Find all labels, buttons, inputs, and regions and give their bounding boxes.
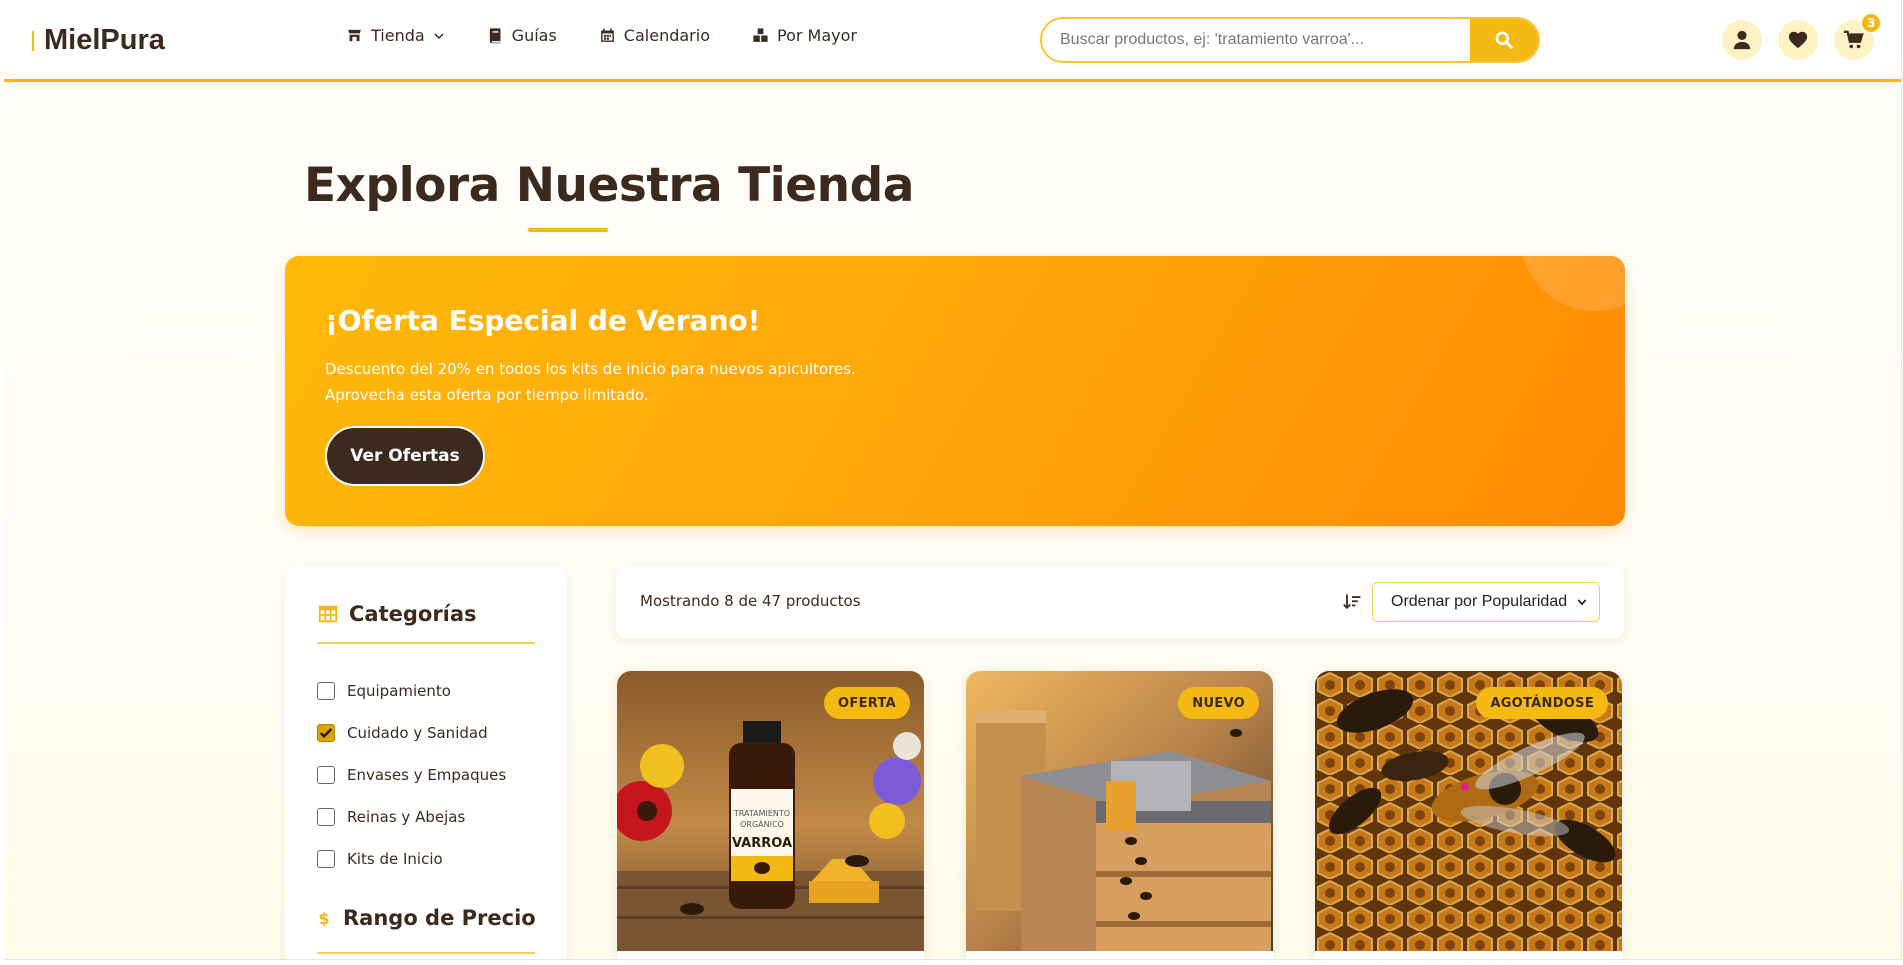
calendar-icon [600, 28, 614, 42]
categories-heading: Categorías [317, 602, 477, 626]
price-range-heading: $ Rango de Precio [317, 906, 536, 930]
heart-icon [1788, 31, 1808, 49]
cart-button[interactable]: 3 [1834, 12, 1882, 60]
nav-item-label: Por Mayor [776, 26, 857, 45]
nav-item-calendario[interactable]: Calendario [599, 26, 710, 45]
browser-page: MielPura Tienda Guías Calendario Por May… [4, 0, 1902, 960]
bottle-label-line2: ORGÁNICO [740, 818, 784, 829]
main-nav: Tienda Guías Calendario Por Mayor [346, 26, 899, 45]
search-bar [1040, 17, 1540, 63]
category-option-envases[interactable]: Envases y Empaques [317, 754, 506, 796]
brand-name: MielPura [44, 24, 165, 56]
results-count: Mostrando 8 de 47 productos [640, 592, 861, 610]
category-checkbox[interactable] [317, 808, 335, 826]
category-option-kits[interactable]: Kits de Inicio [317, 838, 506, 880]
sort-icon [1343, 594, 1361, 610]
sort-selected-value: Ordenar por Popularidad [1391, 593, 1568, 610]
checkmark-icon [319, 728, 333, 738]
promo-text: Descuento del 20% en todos los kits de i… [325, 360, 856, 404]
nav-item-por-mayor[interactable]: Por Mayor [752, 26, 857, 45]
title-underline [528, 228, 608, 232]
category-checkbox-checked[interactable] [317, 724, 335, 742]
dollar-icon: $ [318, 909, 329, 928]
category-checkbox[interactable] [317, 850, 335, 868]
category-label: Cuidado y Sanidad [347, 724, 488, 742]
category-label: Reinas y Abejas [347, 808, 466, 826]
product-card[interactable]: AGOTÁNDOSE [1315, 671, 1622, 959]
product-card[interactable]: TRATAMIENTO ORGÁNICO VARROA OFERTA [617, 671, 924, 959]
results-toolbar: Mostrando 8 de 47 productos Ordenar por … [616, 566, 1624, 638]
search-button[interactable] [1470, 19, 1538, 61]
bottle-label-name: VARROA [732, 836, 792, 851]
product-badge: AGOTÁNDOSE [1476, 687, 1608, 719]
cart-count-badge: 3 [1860, 12, 1882, 34]
filter-sidebar: Categorías Equipamiento Cuidado y Sanida… [285, 566, 567, 959]
store-icon [348, 29, 361, 42]
nav-item-label: Guías [511, 26, 557, 45]
category-option-equipamiento[interactable]: Equipamiento [317, 670, 506, 712]
wishlist-button[interactable] [1778, 20, 1818, 60]
promo-title: ¡Oferta Especial de Verano! [325, 304, 761, 337]
logo-accent-bar [32, 30, 34, 51]
category-label: Kits de Inicio [347, 850, 443, 868]
product-badge: OFERTA [824, 687, 910, 719]
site-header: MielPura Tienda Guías Calendario Por May… [4, 0, 1901, 82]
user-icon [1733, 30, 1751, 50]
nav-item-label: Calendario [623, 26, 710, 45]
account-button[interactable] [1722, 20, 1762, 60]
search-icon [1495, 31, 1513, 49]
promo-banner: ¡Oferta Especial de Verano! Descuento de… [285, 256, 1625, 526]
bottle-label-line1: TRATAMIENTO [733, 809, 790, 818]
search-input[interactable] [1042, 19, 1470, 61]
price-range-title: Rango de Precio [343, 906, 536, 930]
brand-logo[interactable]: MielPura [32, 24, 165, 57]
nav-item-guias[interactable]: Guías [487, 26, 557, 45]
nav-item-tienda[interactable]: Tienda [346, 26, 445, 45]
nav-item-label: Tienda [371, 26, 425, 45]
chevron-down-icon [434, 32, 444, 39]
book-icon [489, 28, 501, 44]
chevron-down-icon [1577, 599, 1587, 606]
category-option-cuidado-sanidad[interactable]: Cuidado y Sanidad [317, 712, 506, 754]
view-offers-button[interactable]: Ver Ofertas [325, 426, 485, 486]
category-list: Equipamiento Cuidado y Sanidad Envases y… [317, 670, 506, 880]
product-card[interactable]: NUEVO [966, 671, 1273, 959]
category-option-reinas[interactable]: Reinas y Abejas [317, 796, 506, 838]
product-badge: NUEVO [1178, 687, 1259, 719]
grid-table-icon [318, 605, 338, 623]
category-checkbox[interactable] [317, 766, 335, 784]
category-label: Equipamiento [347, 682, 451, 700]
categories-divider [317, 642, 535, 644]
promo-decoration [1520, 256, 1625, 311]
categories-title: Categorías [349, 602, 477, 626]
price-divider [317, 952, 535, 954]
category-checkbox[interactable] [317, 682, 335, 700]
boxes-icon [753, 28, 768, 42]
category-label: Envases y Empaques [347, 766, 507, 784]
cart-icon [1843, 30, 1864, 49]
svg-text:$: $ [318, 909, 329, 928]
sort-select[interactable]: Ordenar por Popularidad [1372, 582, 1600, 622]
page-title: Explora Nuestra Tienda [304, 158, 914, 213]
